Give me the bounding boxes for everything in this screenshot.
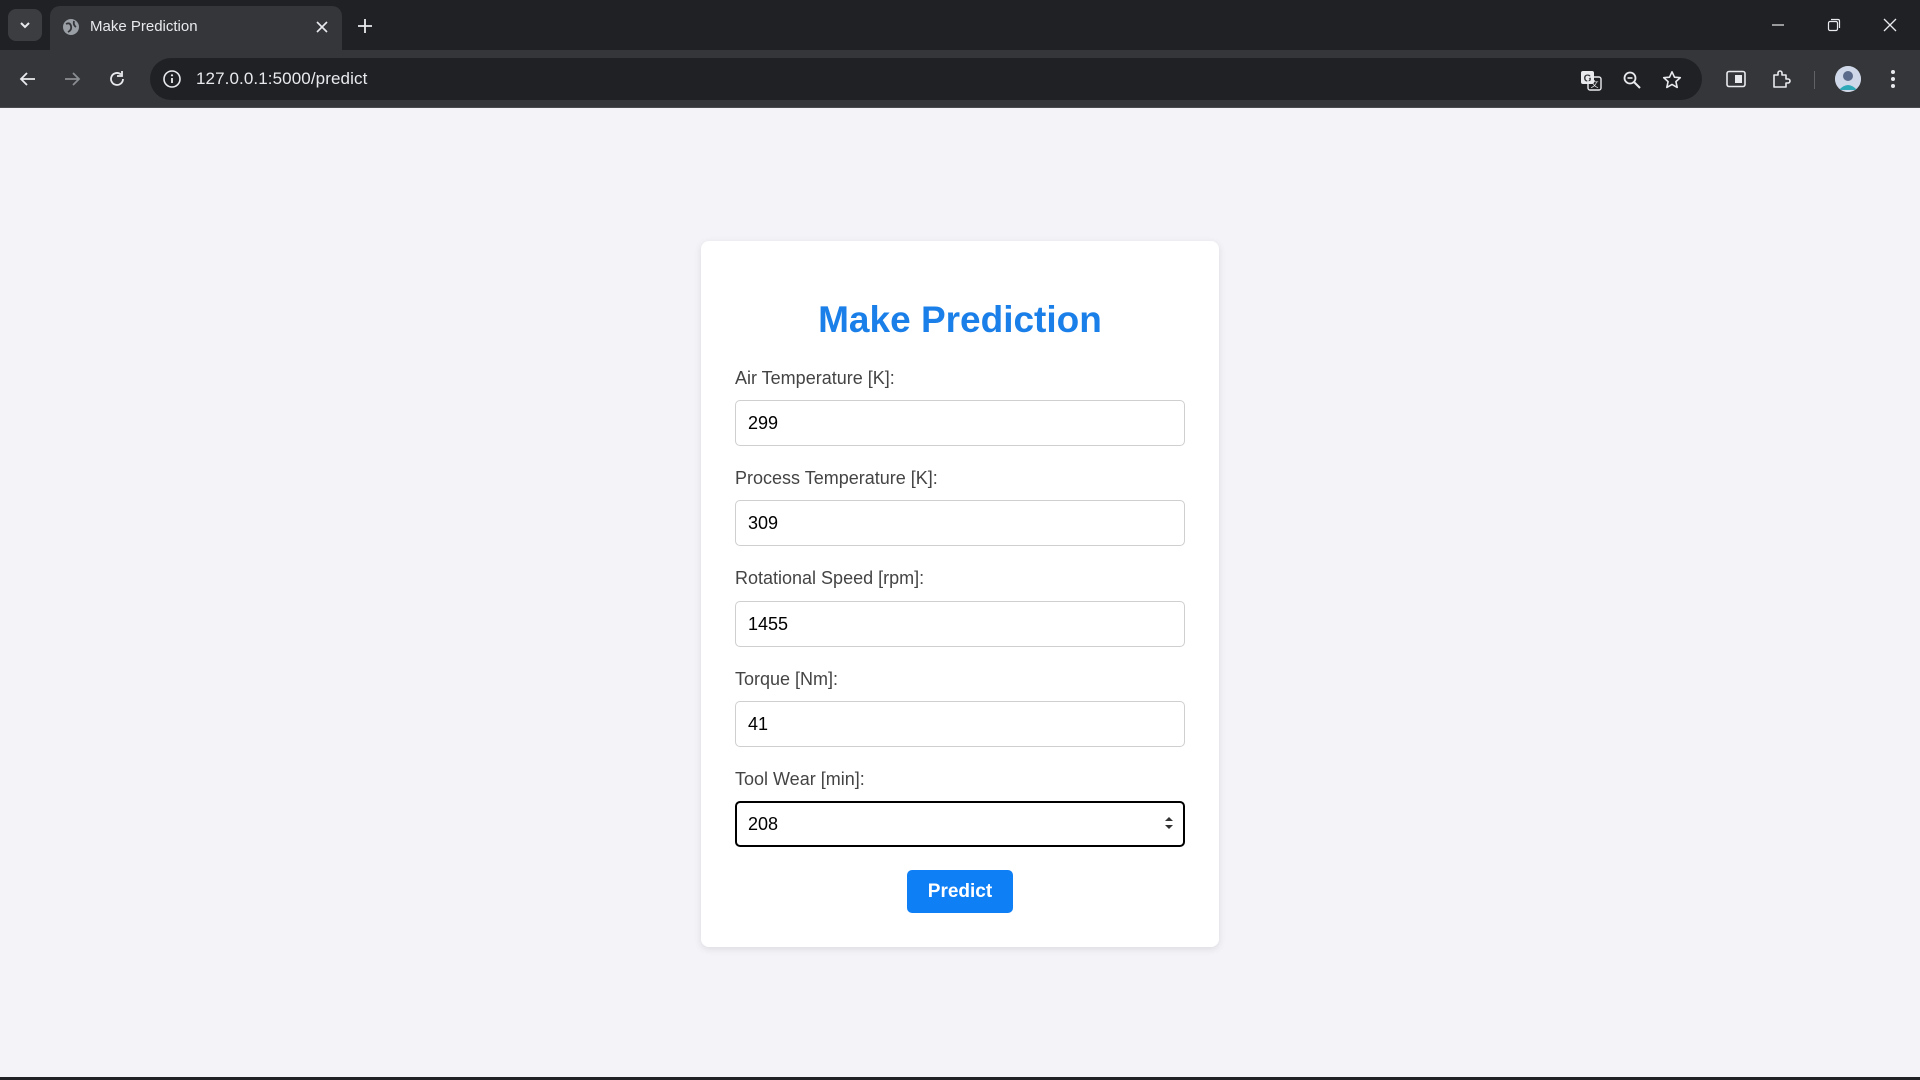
forward-icon[interactable]: [56, 63, 88, 95]
toolbar-separator: [1814, 71, 1815, 89]
close-icon[interactable]: [312, 17, 332, 37]
tab-search-icon[interactable]: [8, 9, 42, 41]
url-text: 127.0.0.1:5000/predict: [196, 69, 368, 88]
minimize-icon[interactable]: [1750, 0, 1806, 50]
avatar[interactable]: [1835, 66, 1861, 92]
back-icon[interactable]: [12, 63, 44, 95]
translate-icon[interactable]: G文: [1579, 68, 1603, 92]
tool-wear-field: [701, 801, 1219, 847]
sidepanel-icon[interactable]: [1723, 66, 1749, 92]
extensions-icon[interactable]: [1768, 66, 1794, 92]
rotational-speed-input[interactable]: [735, 601, 1185, 647]
svg-text:文: 文: [1591, 79, 1599, 89]
tool-wear-label: Tool Wear [min]:: [735, 769, 865, 789]
tab-strip: Make Prediction: [0, 0, 1920, 50]
torque-label: Torque [Nm]:: [735, 669, 839, 689]
rotational-speed-label: Rotational Speed [rpm]:: [735, 568, 925, 588]
zoom-icon[interactable]: [1620, 68, 1644, 92]
restore-icon[interactable]: [1806, 0, 1862, 50]
air-temperature-input[interactable]: [735, 400, 1185, 446]
tab-title: Make Prediction: [90, 18, 198, 35]
menu-icon[interactable]: [1880, 66, 1906, 92]
address-bar[interactable]: 127.0.0.1:5000/predict G文: [150, 58, 1702, 100]
globe-icon: [63, 19, 79, 35]
info-icon[interactable]: [162, 69, 182, 89]
window-close-icon[interactable]: [1862, 0, 1918, 50]
page-title: Make Prediction: [818, 299, 1102, 340]
plus-icon[interactable]: [352, 13, 378, 39]
torque-input[interactable]: [735, 701, 1185, 747]
process-temperature-label: Process Temperature [K]:: [735, 468, 938, 488]
star-icon[interactable]: [1660, 68, 1684, 92]
process-temperature-input[interactable]: [735, 500, 1185, 546]
browser-tab[interactable]: Make Prediction: [50, 6, 342, 50]
tool-wear-input[interactable]: [735, 801, 1185, 847]
prediction-form-card: Make Prediction Air Temperature [K]: Pro…: [701, 241, 1219, 947]
number-spinner-icon[interactable]: [1163, 815, 1175, 831]
reload-icon[interactable]: [101, 63, 133, 95]
browser-toolbar: 127.0.0.1:5000/predict G文: [0, 50, 1920, 108]
air-temperature-label: Air Temperature [K]:: [735, 368, 895, 388]
predict-button[interactable]: Predict: [907, 870, 1013, 913]
